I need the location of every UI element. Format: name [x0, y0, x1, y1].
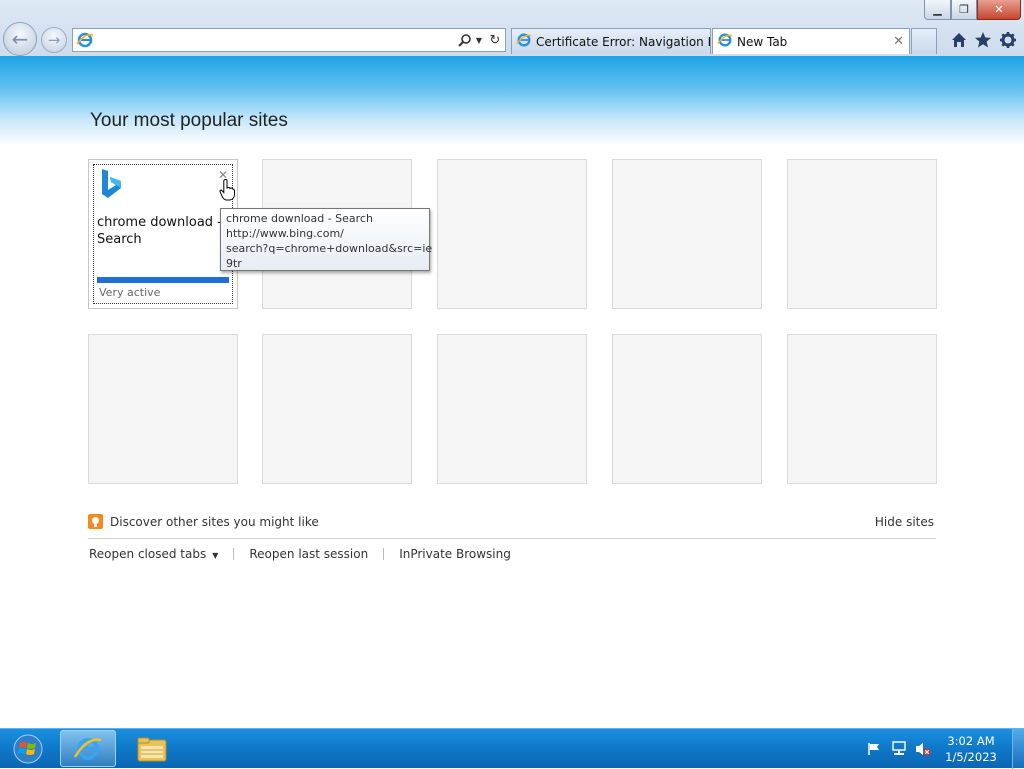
inprivate-browsing-link[interactable]: InPrivate Browsing: [399, 547, 511, 561]
site-tooltip: chrome download - Search http://www.bing…: [220, 208, 433, 271]
tooltip-url-line: http://www.bing.com/: [226, 227, 344, 240]
page-title: Your most popular sites: [90, 110, 288, 131]
browser-chrome: ▁ ❐ ✕ ← → ▼ ↻ Certificate Error: Navigat…: [0, 0, 1024, 56]
ie-page-icon: [76, 31, 94, 52]
empty-site-tile[interactable]: [437, 159, 587, 309]
new-tab-banner: [0, 56, 1024, 146]
forward-arrow-icon: →: [47, 31, 61, 49]
bing-logo-icon: [99, 168, 125, 203]
chevron-down-icon[interactable]: ▼: [474, 31, 484, 49]
favorites-star-icon[interactable]: [973, 30, 993, 50]
volume-muted-icon[interactable]: [915, 741, 931, 757]
internet-explorer-icon: [73, 737, 102, 760]
empty-site-tile[interactable]: [612, 159, 762, 309]
chevron-down-icon: ▼: [212, 551, 219, 560]
clock-date: 1/5/2023: [945, 750, 997, 764]
reopen-closed-tabs-link[interactable]: Reopen closed tabs ▼: [89, 547, 218, 561]
gear-icon[interactable]: [998, 30, 1018, 50]
activity-label: Very active: [99, 286, 161, 299]
windows-logo-icon: [13, 734, 43, 764]
tab-new-tab[interactable]: New Tab ✕: [712, 28, 910, 54]
forward-button[interactable]: →: [41, 27, 67, 53]
lightbulb-icon: [88, 514, 103, 529]
activity-bar: [97, 277, 229, 283]
ie-page-icon: [516, 32, 532, 51]
address-bar[interactable]: ▼ ↻: [72, 28, 506, 52]
back-arrow-icon: ←: [11, 27, 29, 51]
hand-cursor-icon: [219, 179, 235, 204]
tooltip-url-line: 9tr: [226, 257, 242, 270]
tile-title: chrome download - Search: [97, 215, 222, 247]
empty-site-tile[interactable]: [437, 334, 587, 484]
empty-site-tile[interactable]: [787, 159, 937, 309]
divider: [383, 548, 385, 560]
tab-certificate-error[interactable]: Certificate Error: Navigation Bl...: [511, 28, 711, 54]
discover-sites-link[interactable]: Discover other sites you might like: [110, 515, 319, 529]
action-center-flag-icon[interactable]: [866, 741, 882, 757]
minimize-button[interactable]: ▁: [924, 0, 951, 20]
show-desktop-button[interactable]: [1012, 729, 1024, 769]
close-window-button[interactable]: ✕: [977, 0, 1021, 20]
clock-time: 3:02 AM: [947, 734, 995, 748]
taskbar-file-explorer[interactable]: [124, 730, 180, 767]
system-clock[interactable]: 3:02 AM 1/5/2023: [940, 733, 1002, 765]
top-site-tile[interactable]: ✕ chrome download - Search Very active: [88, 159, 238, 309]
back-button[interactable]: ←: [3, 22, 37, 56]
empty-site-tile[interactable]: [262, 334, 412, 484]
taskbar-internet-explorer[interactable]: [60, 730, 116, 767]
tab-label: New Tab: [737, 34, 788, 49]
home-icon[interactable]: [949, 30, 969, 50]
hide-sites-link[interactable]: Hide sites: [875, 515, 934, 529]
reopen-closed-tabs-label: Reopen closed tabs: [89, 547, 207, 561]
address-input[interactable]: [97, 31, 451, 51]
reopen-last-session-link[interactable]: Reopen last session: [249, 547, 368, 561]
discover-row: Discover other sites you might like Hide…: [88, 513, 936, 539]
tooltip-url-line: search?q=chrome+download&src=ie: [226, 242, 433, 255]
taskbar: 3:02 AM 1/5/2023: [0, 728, 1024, 769]
refresh-icon[interactable]: ↻: [487, 31, 503, 49]
search-icon[interactable]: [457, 31, 473, 49]
empty-site-tile[interactable]: [612, 334, 762, 484]
ie-page-icon: [717, 32, 733, 51]
empty-site-tile[interactable]: [88, 334, 238, 484]
close-tab-icon[interactable]: ✕: [893, 34, 904, 49]
maximize-button[interactable]: ❐: [951, 0, 977, 20]
network-icon[interactable]: [891, 741, 907, 757]
divider: [233, 548, 235, 560]
folder-icon: [137, 737, 167, 761]
tab-actions-row: Reopen closed tabs ▼ Reopen last session …: [89, 545, 511, 563]
new-tab-button[interactable]: [911, 28, 937, 54]
empty-site-tile[interactable]: [787, 334, 937, 484]
start-button[interactable]: [4, 731, 52, 767]
tab-label: Certificate Error: Navigation Bl...: [536, 34, 710, 49]
tooltip-title: chrome download - Search: [226, 212, 373, 225]
